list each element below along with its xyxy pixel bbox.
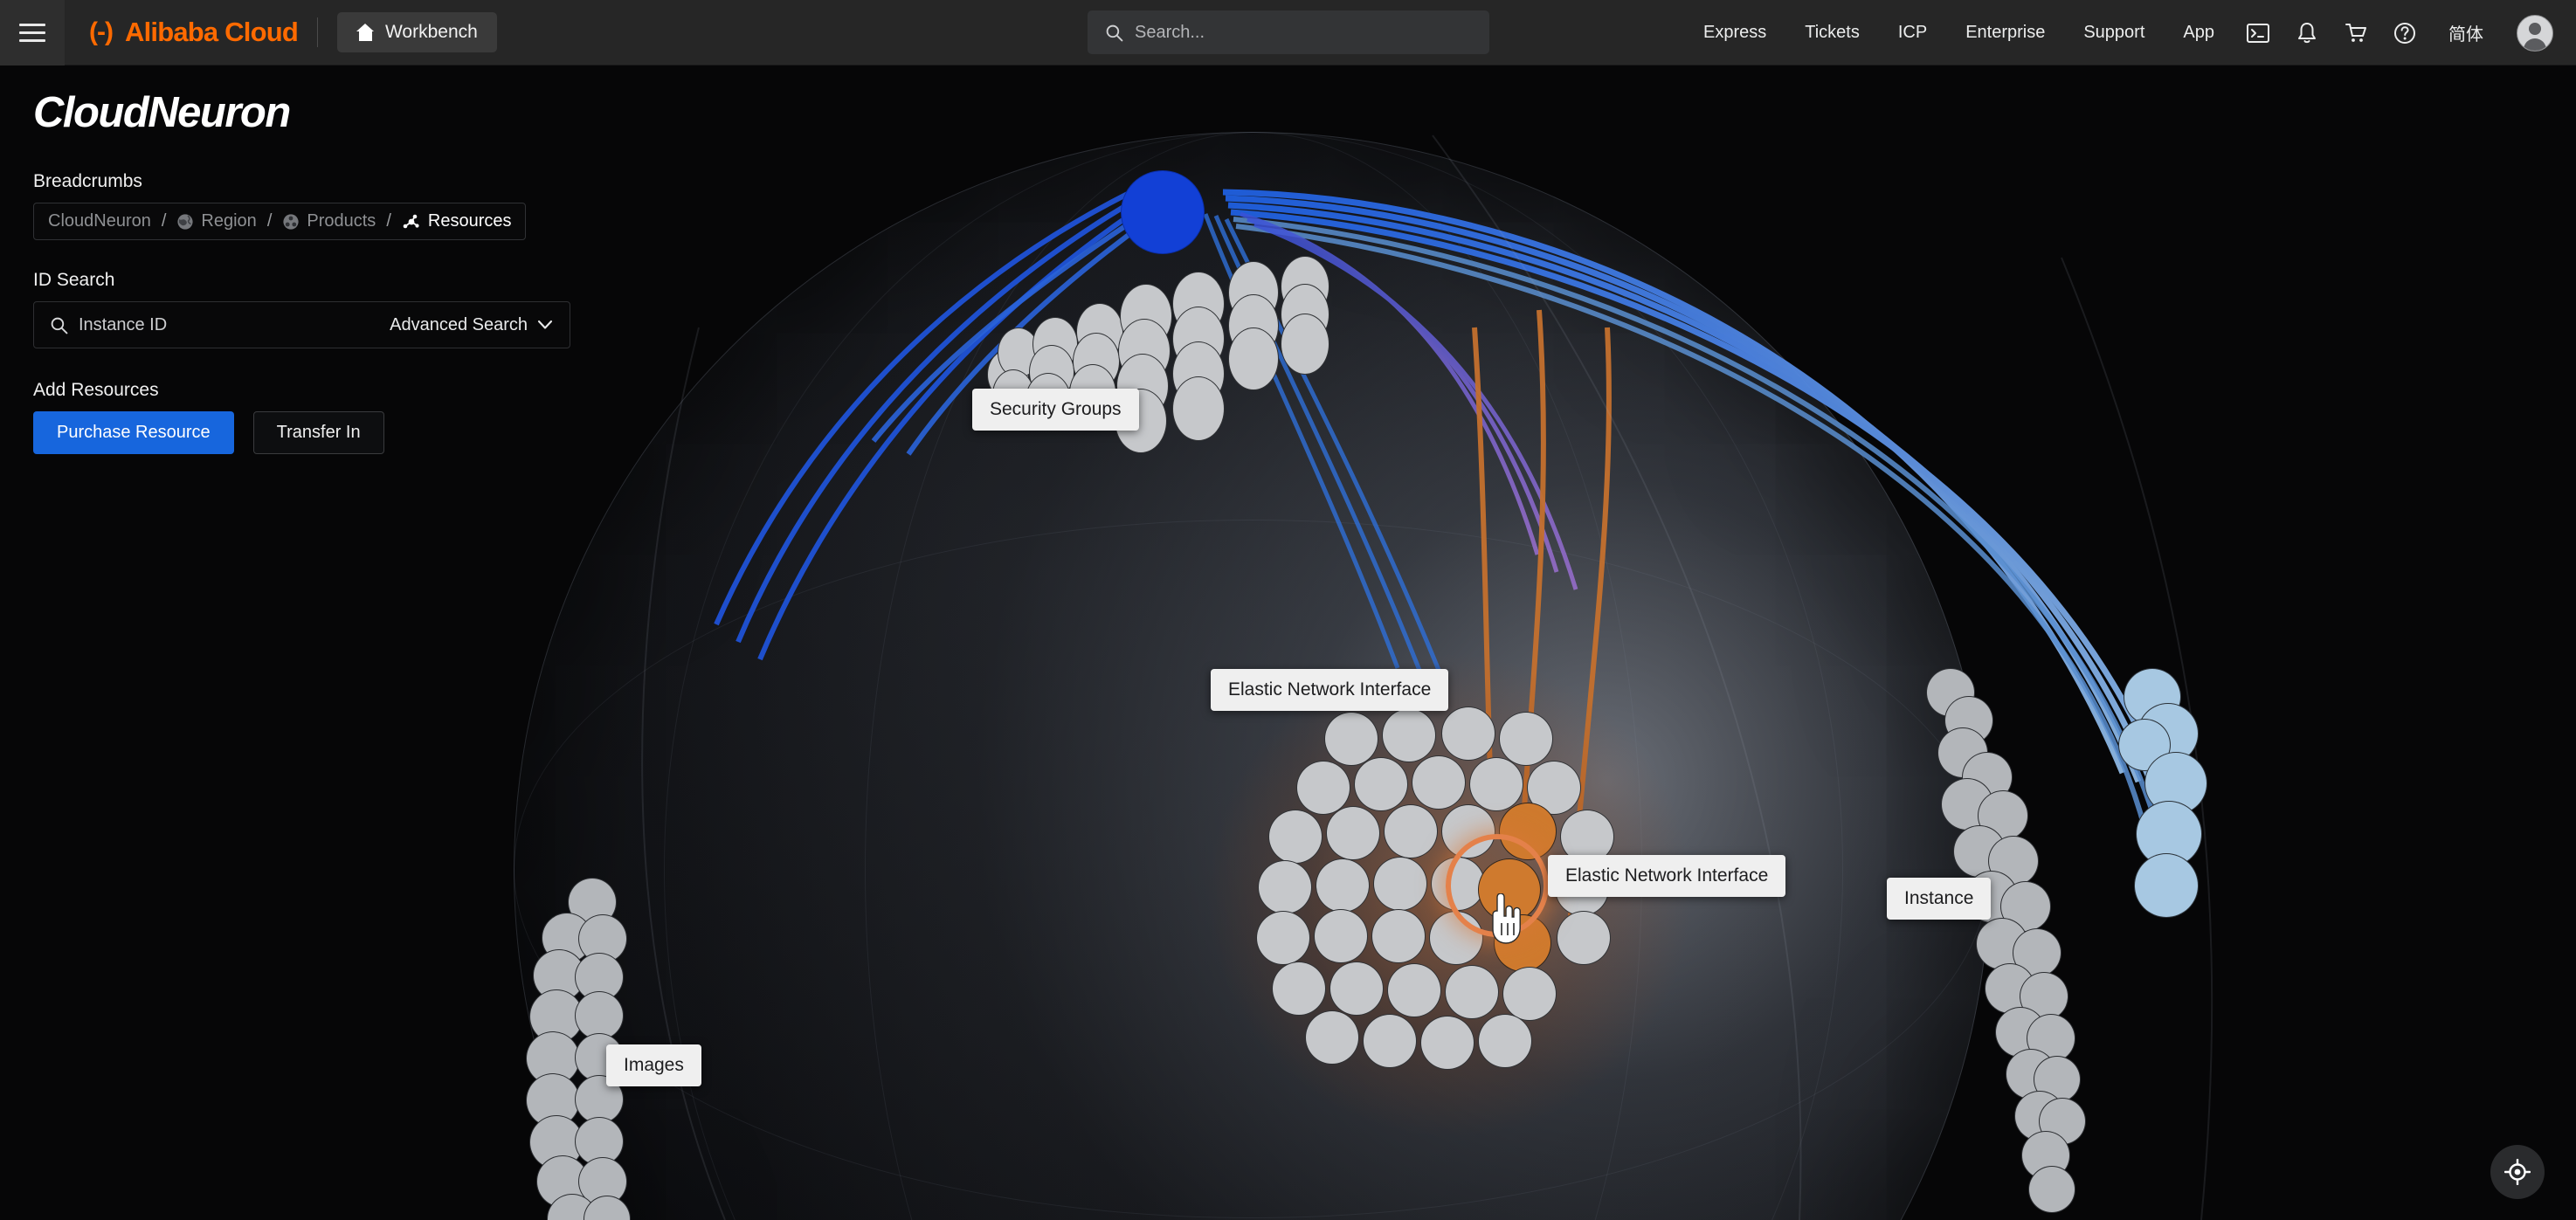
graph-node[interactable] <box>2027 1014 2075 1063</box>
advanced-search-toggle[interactable]: Advanced Search <box>390 315 554 335</box>
add-resources-actions: Purchase Resource Transfer In <box>33 411 578 454</box>
tooltip-eni-top[interactable]: Elastic Network Interface <box>1211 669 1449 711</box>
tooltip-security-groups[interactable]: Security Groups <box>972 389 1139 431</box>
id-search-field[interactable]: Advanced Search <box>33 301 570 348</box>
breadcrumb-separator: / <box>161 211 167 231</box>
top-navigation-bar: (-) Alibaba Cloud Workbench Express Tick… <box>0 0 2576 65</box>
chevron-down-icon <box>537 320 553 329</box>
breadcrumbs-label: Breadcrumbs <box>33 171 142 191</box>
breadcrumb-label: CloudNeuron <box>48 211 151 231</box>
breadcrumb: CloudNeuron / Region / Products / Resour… <box>33 203 527 240</box>
graph-node[interactable] <box>2124 668 2181 726</box>
breadcrumb-label: Region <box>201 211 257 231</box>
tooltip-eni-selected[interactable]: Elastic Network Interface <box>1548 855 1786 897</box>
purchase-resource-button[interactable]: Purchase Resource <box>33 411 234 454</box>
globe-icon <box>177 213 194 230</box>
breadcrumb-separator: / <box>386 211 391 231</box>
home-icon <box>356 24 375 41</box>
nav-link-enterprise[interactable]: Enterprise <box>1946 23 2064 43</box>
nav-link-tickets[interactable]: Tickets <box>1785 23 1879 43</box>
page-title: CloudNeuron <box>33 89 291 136</box>
recenter-button[interactable] <box>2490 1145 2545 1199</box>
terminal-button[interactable] <box>2234 12 2282 54</box>
user-avatar-icon[interactable] <box>2517 14 2553 52</box>
transfer-in-button[interactable]: Transfer In <box>252 411 384 454</box>
notifications-button[interactable] <box>2282 12 2331 54</box>
left-control-panel: CloudNeuron Breadcrumbs CloudNeuron / Re… <box>0 65 611 454</box>
help-icon <box>2394 22 2415 44</box>
nav-right-group: Express Tickets ICP Enterprise Support A… <box>1684 0 2553 65</box>
graph-node[interactable] <box>2118 719 2171 771</box>
logo-text: Alibaba Cloud <box>124 17 299 47</box>
instance-id-input[interactable] <box>79 314 341 335</box>
graph-node[interactable] <box>2014 1091 2065 1141</box>
cart-icon <box>2345 23 2366 42</box>
breadcrumb-label: Products <box>307 211 376 231</box>
breadcrumb-item-resources[interactable]: Resources <box>402 211 512 231</box>
search-icon <box>1106 24 1123 41</box>
hamburger-icon[interactable] <box>0 0 65 65</box>
crosshair-icon <box>2504 1159 2531 1185</box>
graph-node[interactable] <box>2021 1131 2070 1180</box>
nav-link-app[interactable]: App <box>2164 23 2234 43</box>
search-icon <box>51 317 68 334</box>
graph-node[interactable] <box>1985 963 2035 1014</box>
graph-node[interactable] <box>1988 836 2039 886</box>
tooltip-images[interactable]: Images <box>606 1044 701 1086</box>
cart-button[interactable] <box>2331 12 2380 54</box>
global-search[interactable] <box>1088 10 1489 54</box>
terminal-icon <box>2247 23 2269 43</box>
graph-node[interactable] <box>2020 972 2068 1021</box>
graph-node[interactable] <box>2137 703 2199 764</box>
add-resources-label: Add Resources <box>33 380 159 400</box>
molecule-icon <box>403 214 419 228</box>
workbench-label: Workbench <box>384 22 478 42</box>
graph-node[interactable] <box>2134 853 2199 918</box>
nav-divider <box>316 17 318 47</box>
graph-node[interactable] <box>2136 801 2202 867</box>
tooltip-instance[interactable]: Instance <box>1887 878 1992 920</box>
breadcrumb-separator: / <box>266 211 273 231</box>
graph-node[interactable] <box>2039 1098 2086 1145</box>
graph-node[interactable] <box>1995 1007 2046 1058</box>
selection-halo <box>1446 834 1549 937</box>
breadcrumb-item-products[interactable]: Products <box>282 211 376 231</box>
bell-icon <box>2298 22 2316 43</box>
breadcrumb-item-cloudneuron[interactable]: CloudNeuron <box>48 211 151 231</box>
graph-node[interactable] <box>2000 881 2051 932</box>
breadcrumb-label: Resources <box>427 211 512 231</box>
breadcrumb-item-region[interactable]: Region <box>176 211 257 231</box>
global-search-input[interactable] <box>1135 22 1472 43</box>
graph-node[interactable] <box>2006 1049 2056 1099</box>
graph-node[interactable] <box>2034 1056 2081 1103</box>
id-search-left <box>50 314 341 335</box>
graph-node[interactable] <box>2028 1166 2075 1213</box>
cloudneuron-app: Security Groups Elastic Network Interfac… <box>0 0 2576 1220</box>
logo-mark-icon: (-) <box>89 17 114 46</box>
advanced-search-label: Advanced Search <box>390 314 528 334</box>
graph-node[interactable] <box>2144 752 2207 815</box>
id-search-label: ID Search <box>33 270 115 290</box>
nav-link-express[interactable]: Express <box>1684 23 1785 43</box>
alibaba-cloud-logo[interactable]: (-) Alibaba Cloud <box>89 17 299 48</box>
nav-link-icp[interactable]: ICP <box>1879 23 1946 43</box>
language-switch[interactable]: 简体 <box>2429 20 2503 45</box>
graph-node[interactable] <box>2013 928 2061 977</box>
help-button[interactable] <box>2380 12 2429 54</box>
products-icon <box>283 213 299 230</box>
workbench-button[interactable]: Workbench <box>336 12 497 52</box>
nav-link-support[interactable]: Support <box>2064 23 2164 43</box>
